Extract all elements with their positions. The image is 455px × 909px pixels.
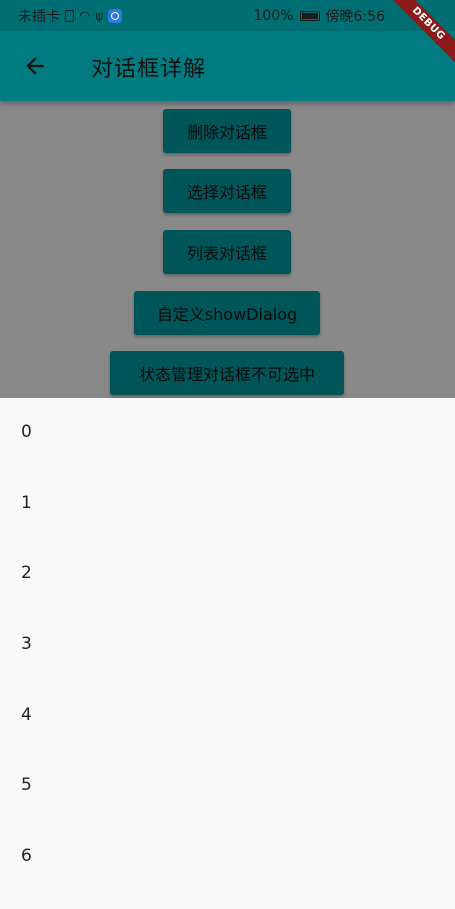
app-screen: 删除对话框 选择对话框 列表对话框 自定义showDialog 状态管理对话框不… [0,0,455,909]
list-item[interactable]: 2 [0,539,455,609]
list-item[interactable]: 1 [0,469,455,539]
wifi-icon: ◠ [79,8,91,24]
list-item-label: 6 [21,846,32,866]
list-item[interactable]: 3 [0,610,455,680]
list-item[interactable]: 0 [0,398,455,468]
carrier-text: 未插卡 [18,9,60,25]
arrow-left-icon [26,57,44,75]
usb-icon: ψ [95,9,104,23]
battery-icon [299,11,320,21]
modal-scrim[interactable] [0,101,455,398]
list-item-label: 5 [21,775,32,795]
back-button[interactable] [22,53,48,79]
status-bar: 未插卡 ◠ ψ 100% 傍晚6:56 [0,0,455,31]
list-item-label: 0 [21,422,32,442]
list-item[interactable]: 5 [0,751,455,821]
battery-percent: 100% [253,8,294,24]
list-item-label: 4 [21,705,32,725]
list-item-label: 1 [21,493,32,513]
app-notification-icon [108,9,123,23]
list-item-label: 2 [21,563,32,583]
clock-text: 傍晚6:56 [325,9,385,25]
sim-card-icon [65,10,74,22]
list-item[interactable]: 6 [0,822,455,892]
app-bar: 对话框详解 [0,31,455,101]
bottom-sheet-list: 0 1 2 3 4 5 6 [0,398,455,909]
list-item-label: 3 [21,634,32,654]
list-item[interactable]: 4 [0,681,455,751]
page-title: 对话框详解 [91,57,207,82]
